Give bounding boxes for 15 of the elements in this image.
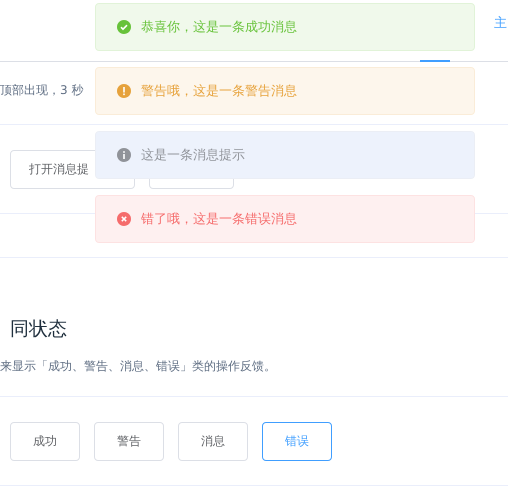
check-icon: [117, 20, 131, 34]
description: 顶部出现，3 秒: [0, 82, 84, 98]
tab-indicator: [420, 60, 450, 62]
button[interactable]: 成功: [10, 422, 80, 460]
message-text: 警告哦，这是一条警告消息: [141, 83, 297, 100]
warning-icon: [117, 84, 131, 98]
message-text: 这是一条消息提示: [141, 147, 245, 164]
button[interactable]: 消息: [178, 422, 248, 460]
message-text: 恭喜你，这是一条成功消息: [141, 19, 297, 36]
error-icon: [117, 212, 131, 226]
info-icon: [117, 148, 131, 162]
button[interactable]: 警告: [94, 422, 164, 460]
section-title: 同状态: [10, 317, 68, 342]
description: 来显示「成功、警告、消息、错误」类的操作反馈。: [0, 358, 277, 375]
message-text: 错了哦，这是一条错误消息: [141, 211, 297, 228]
